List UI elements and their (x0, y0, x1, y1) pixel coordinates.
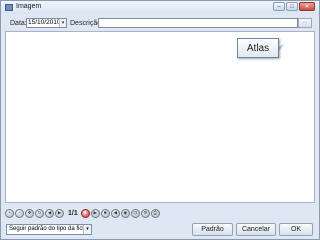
description-field[interactable] (98, 18, 298, 28)
fit-icon[interactable]: ⊡ (130, 208, 140, 218)
zoom-out-icon[interactable]: − (15, 208, 24, 218)
print-icon[interactable]: ⎙ (150, 208, 160, 218)
toolbar: Data: 15/10/2010 ▾ Descrição: ··· (1, 16, 319, 30)
image-app-icon (5, 4, 13, 11)
page-indicator: 1/1 (68, 209, 78, 217)
atlas-tooltip: Atlas (237, 38, 279, 58)
image-navigation-bar: + − ✥ ↻ ◀ ▶ 1/1 ● ▶ ■ ◀ ◉ ⊡ ⚙ ⎙ (5, 207, 315, 219)
ficha-type-value: Seguir padrão do tipo da ficha (9, 226, 90, 232)
default-button[interactable]: Padrão (192, 223, 233, 236)
pan-icon[interactable]: ✥ (25, 208, 34, 218)
cancel-button[interactable]: Cancelar (236, 223, 276, 236)
next-icon[interactable]: ▶ (55, 208, 64, 218)
title-bar[interactable]: Imagem – □ ✕ (1, 1, 319, 14)
first-icon[interactable]: ◀ (45, 208, 54, 218)
media-tools: ● ▶ ■ ◀ ◉ ⊡ ⚙ ⎙ (80, 208, 161, 218)
settings-icon[interactable]: ⚙ (140, 208, 150, 218)
date-dropdown-icon[interactable]: ▾ (59, 19, 66, 27)
rotate-icon[interactable]: ↻ (35, 208, 44, 218)
maximize-button[interactable]: □ (286, 2, 298, 11)
rewind-icon[interactable]: ◀ (110, 208, 120, 218)
window-title: Imagem (16, 3, 42, 10)
image-dialog: Imagem – □ ✕ Data: 15/10/2010 ▾ Descriçã… (0, 0, 320, 240)
zoom-in-icon[interactable]: + (5, 208, 14, 218)
ficha-type-select[interactable]: Seguir padrão do tipo da ficha ▾ (6, 224, 92, 235)
ok-button[interactable]: OK (279, 223, 313, 236)
stop-icon[interactable]: ■ (100, 208, 110, 218)
minimize-button[interactable]: – (273, 2, 285, 11)
date-field[interactable]: 15/10/2010 ▾ (26, 18, 67, 28)
description-browse-button[interactable]: ··· (298, 18, 312, 28)
record-icon[interactable]: ● (80, 208, 90, 218)
date-value: 15/10/2010 (28, 19, 61, 26)
close-button[interactable]: ✕ (299, 2, 315, 11)
play-icon[interactable]: ▶ (90, 208, 100, 218)
window-controls: – □ ✕ (273, 2, 315, 11)
camera-icon[interactable]: ◉ (120, 208, 130, 218)
date-label: Data: (10, 20, 27, 27)
chevron-down-icon[interactable]: ▾ (83, 225, 91, 234)
dialog-footer: Seguir padrão do tipo da ficha ▾ Padrão … (1, 220, 319, 240)
navigation-tools: + − ✥ ↻ ◀ ▶ (5, 208, 65, 218)
